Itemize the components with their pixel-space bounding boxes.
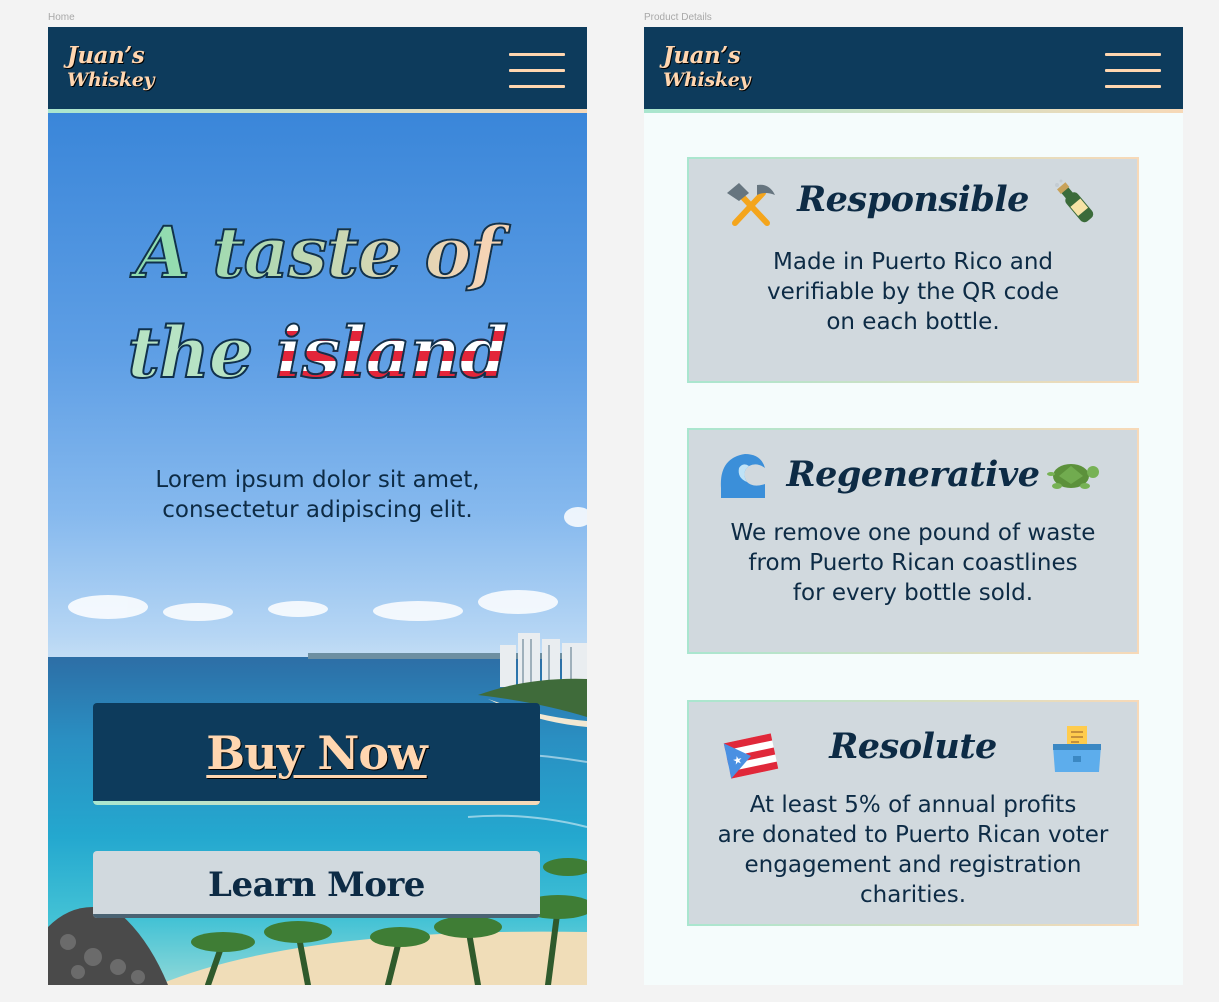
- turtle-icon: [1047, 464, 1099, 489]
- card-description-line: We remove one pound of waste: [730, 520, 1096, 546]
- home-screen: Juan’s Whiskey A taste of the island Lor…: [48, 27, 587, 985]
- hamburger-menu-icon[interactable]: [1105, 53, 1161, 89]
- value-card-resolute: ★ Resolute At least 5% of annual profits…: [687, 700, 1139, 926]
- frame-label-product-details: Product Details: [644, 12, 712, 23]
- card-description-line: are donated to Puerto Rican voter: [717, 822, 1109, 848]
- card-description-line: At least 5% of annual profits: [749, 792, 1077, 818]
- hero-title-line1: A taste of: [48, 203, 587, 303]
- hamburger-menu-icon[interactable]: [509, 53, 565, 89]
- card-description-line: from Puerto Rican coastlines: [748, 550, 1078, 576]
- navbar: Juan’s Whiskey: [644, 27, 1183, 109]
- logo-line2: Whiskey: [67, 69, 155, 91]
- hero-subtitle-line1: Lorem ipsum dolor sit amet,: [155, 467, 480, 493]
- value-card-responsible: Responsible Made in Puerto Rico and veri…: [687, 157, 1139, 383]
- brand-logo[interactable]: Juan’s Whiskey: [67, 42, 155, 92]
- logo-line1: Juan’s: [67, 42, 145, 69]
- hero-title-word-the: the: [127, 310, 255, 395]
- ballot-box-icon: [1053, 726, 1101, 772]
- card-description: At least 5% of annual profits are donate…: [689, 790, 1137, 910]
- card-description-line: verifiable by the QR code: [766, 279, 1060, 305]
- card-description-line: charities.: [859, 882, 966, 908]
- hero-title: A taste of the island: [48, 203, 587, 403]
- logo-line1: Juan’s: [663, 42, 741, 69]
- frame-label-home: Home: [48, 12, 75, 23]
- card-description-line: on each bottle.: [826, 309, 1000, 335]
- navbar-accent-line: [644, 109, 1183, 113]
- brand-logo[interactable]: Juan’s Whiskey: [663, 42, 751, 92]
- hero-subtitle: Lorem ipsum dolor sit amet, consectetur …: [48, 465, 587, 525]
- hero-subtitle-line2: consectetur adipiscing elit.: [162, 497, 473, 523]
- navbar-accent-line: [48, 109, 587, 113]
- learn-more-button[interactable]: Learn More: [93, 851, 540, 918]
- card-description: Made in Puerto Rico and verifiable by th…: [689, 247, 1137, 337]
- card-description-line: for every bottle sold.: [792, 580, 1034, 606]
- logo-line2: Whiskey: [663, 69, 751, 91]
- value-card-regenerative: Regenerative We remove one pound of wast…: [687, 428, 1139, 654]
- hero-title-line2: the island: [48, 303, 587, 403]
- champagne-bottle-icon: [1055, 179, 1094, 223]
- card-description: We remove one pound of waste from Puerto…: [689, 518, 1137, 608]
- hero-title-word-island: island: [275, 310, 510, 395]
- card-description-line: engagement and registration: [744, 852, 1082, 878]
- navbar: Juan’s Whiskey: [48, 27, 587, 109]
- buy-now-button[interactable]: Buy Now: [93, 703, 540, 805]
- card-description-line: Made in Puerto Rico and: [773, 249, 1053, 275]
- product-details-screen: Juan’s Whiskey Responsible Made in Puert…: [644, 27, 1183, 985]
